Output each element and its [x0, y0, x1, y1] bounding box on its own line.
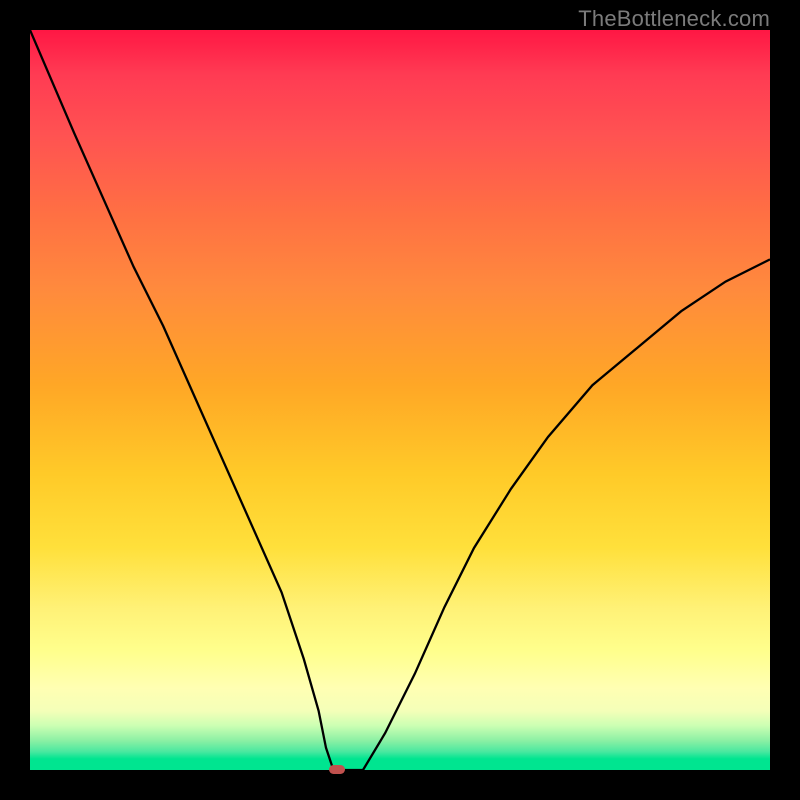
- bottleneck-curve: [30, 30, 770, 770]
- chart-frame: TheBottleneck.com: [0, 0, 800, 800]
- plot-area: [30, 30, 770, 770]
- watermark-text: TheBottleneck.com: [578, 6, 770, 32]
- bottleneck-marker: [329, 765, 345, 774]
